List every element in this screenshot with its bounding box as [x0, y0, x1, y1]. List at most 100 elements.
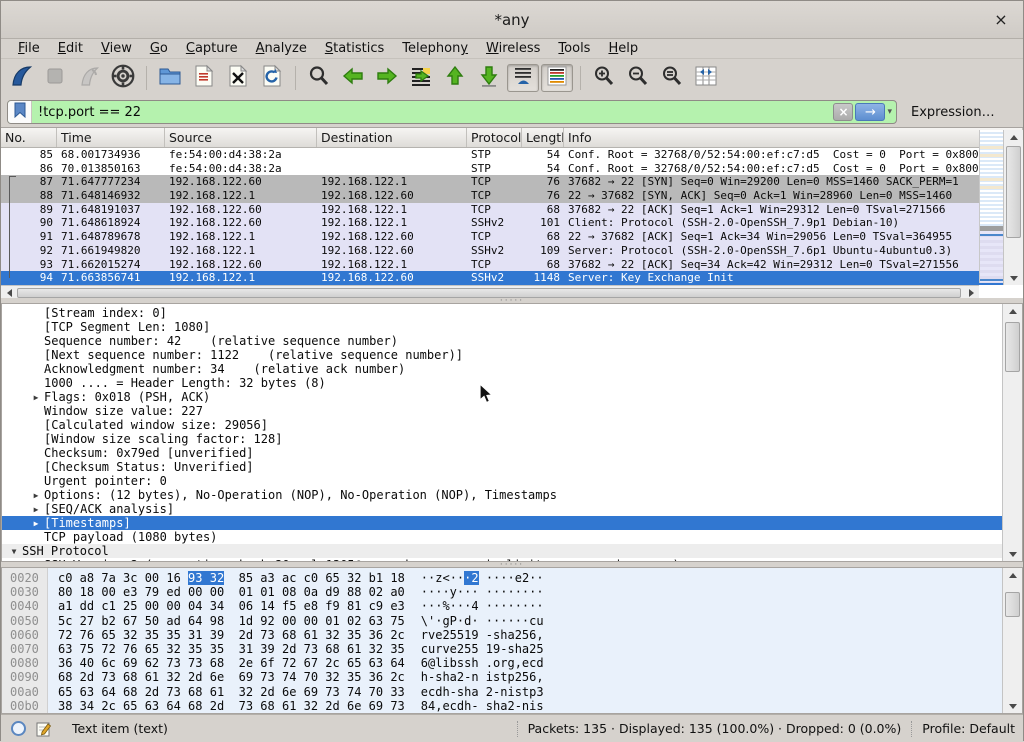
go-forward-button[interactable]	[371, 64, 403, 92]
packet-row[interactable]: 92 71.661949820 192.168.122.1 192.168.12…	[1, 244, 1004, 258]
title-bar[interactable]: *any ×	[1, 1, 1023, 39]
menu-item[interactable]: Go	[141, 40, 177, 57]
column-header-length[interactable]: Length	[522, 128, 564, 147]
hex-row[interactable]: 0090 68 2d 73 68 61 32 2d 6e 69 73 74 70…	[2, 670, 1004, 684]
hex-row[interactable]: 0060 72 76 65 32 35 35 31 39 2d 73 68 61…	[2, 628, 1004, 642]
hex-row[interactable]: 0070 63 75 72 76 65 32 35 35 31 39 2d 73…	[2, 642, 1004, 656]
menu-item[interactable]: Analyze	[247, 40, 316, 57]
column-header-destination[interactable]: Destination	[317, 128, 467, 147]
zoom-out-button[interactable]	[622, 64, 654, 92]
go-back-button[interactable]	[337, 64, 369, 92]
go-to-packet-button[interactable]	[405, 64, 437, 92]
expert-info-icon[interactable]	[11, 721, 26, 736]
zoom-in-button[interactable]	[588, 64, 620, 92]
detail-line[interactable]: Urgent pointer: 0	[2, 474, 1005, 488]
detail-line[interactable]: ▶[SEQ/ACK analysis]	[2, 502, 1005, 516]
detail-line[interactable]: [Next sequence number: 1122 (relative se…	[2, 348, 1005, 362]
detail-line[interactable]: Acknowledgment number: 34 (relative ack …	[2, 362, 1005, 376]
hex-row[interactable]: 0030 80 18 00 e3 79 ed 00 00 01 01 08 0a…	[2, 585, 1004, 599]
menu-item[interactable]: Tools	[549, 40, 599, 57]
detail-line[interactable]: [Checksum Status: Unverified]	[2, 460, 1005, 474]
zoom-reset-button[interactable]	[656, 64, 688, 92]
detail-line[interactable]: [Stream index: 0]	[2, 306, 1005, 320]
scroll-up-arrow[interactable]	[1003, 568, 1023, 582]
capture-comment-icon[interactable]	[36, 721, 52, 737]
start-capture-button[interactable]	[5, 64, 37, 92]
packet-row[interactable]: 94 71.663856741 192.168.122.1 192.168.12…	[1, 271, 1004, 285]
menu-item[interactable]: File	[9, 40, 49, 57]
filter-clear-button[interactable]: ×	[833, 103, 853, 121]
hex-row[interactable]: 00a0 65 63 64 68 2d 73 68 61 32 2d 6e 69…	[2, 685, 1004, 699]
close-file-button[interactable]	[222, 64, 254, 92]
hex-row[interactable]: 00b0 38 34 2c 65 63 64 68 2d 73 68 61 32…	[2, 699, 1004, 713]
packet-row[interactable]: 88 71.648146932 192.168.122.1 192.168.12…	[1, 189, 1004, 203]
packet-row[interactable]: 90 71.648618924 192.168.122.60 192.168.1…	[1, 216, 1004, 230]
column-header-source[interactable]: Source	[165, 128, 317, 147]
detail-line[interactable]: ▶Flags: 0x018 (PSH, ACK)	[2, 390, 1005, 404]
detail-line[interactable]: ▼SSH Protocol	[2, 544, 1005, 558]
filter-apply-button[interactable]: →	[855, 103, 885, 121]
column-header-no[interactable]: No.	[1, 128, 57, 147]
column-header-info[interactable]: Info	[564, 128, 1023, 147]
packet-row[interactable]: 93 71.662015274 192.168.122.60 192.168.1…	[1, 258, 1004, 272]
scroll-up-arrow[interactable]	[1003, 304, 1023, 318]
column-header-time[interactable]: Time	[57, 128, 165, 147]
packet-row[interactable]: 87 71.647777234 192.168.122.60 192.168.1…	[1, 175, 1004, 189]
menu-item[interactable]: Edit	[49, 40, 92, 57]
save-file-button[interactable]	[188, 64, 220, 92]
reload-file-button[interactable]	[256, 64, 288, 92]
scroll-down-arrow[interactable]	[1004, 271, 1024, 285]
scroll-thumb[interactable]	[17, 288, 961, 298]
hex-vscrollbar[interactable]	[1002, 568, 1022, 713]
packet-row[interactable]: 89 71.648191037 192.168.122.60 192.168.1…	[1, 203, 1004, 217]
details-vscrollbar[interactable]	[1002, 304, 1022, 561]
display-filter-field[interactable]: × → ▾	[7, 100, 897, 124]
menu-item[interactable]: Statistics	[316, 40, 393, 57]
hex-row[interactable]: 0050 5c 27 b2 67 50 ad 64 98 1d 92 00 00…	[2, 614, 1004, 628]
add-filter-button[interactable]: +	[1015, 103, 1024, 121]
resize-columns-button[interactable]	[690, 64, 722, 92]
detail-line[interactable]: [TCP Segment Len: 1080]	[2, 320, 1005, 334]
stop-capture-button[interactable]	[39, 64, 71, 92]
detail-line[interactable]: [Window size scaling factor: 128]	[2, 432, 1005, 446]
menu-item[interactable]: View	[92, 40, 141, 57]
detail-line[interactable]: TCP payload (1080 bytes)	[2, 530, 1005, 544]
auto-scroll-toggle[interactable]	[507, 64, 539, 92]
menu-item[interactable]: Capture	[177, 40, 247, 57]
filter-dropdown-caret[interactable]: ▾	[887, 107, 892, 117]
filter-bookmark-button[interactable]	[8, 101, 32, 123]
open-file-button[interactable]	[154, 64, 186, 92]
detail-line[interactable]: Checksum: 0x79ed [unverified]	[2, 446, 1005, 460]
packet-row[interactable]: 86 70.013850163 fe:54:00:d4:38:2a STP 54…	[1, 162, 1004, 176]
scroll-thumb[interactable]	[1006, 146, 1021, 238]
detail-line[interactable]: [Calculated window size: 29056]	[2, 418, 1005, 432]
menu-item[interactable]: Wireless	[477, 40, 549, 57]
menu-item[interactable]: Help	[599, 40, 647, 57]
expression-button[interactable]: Expression…	[903, 105, 1003, 120]
packet-list-vscrollbar[interactable]	[1003, 130, 1023, 285]
filter-input[interactable]	[32, 101, 833, 123]
find-packet-button[interactable]	[303, 64, 335, 92]
scroll-down-arrow[interactable]	[1003, 547, 1023, 561]
restart-capture-button[interactable]	[73, 64, 105, 92]
scroll-thumb[interactable]	[1005, 322, 1020, 372]
packet-row[interactable]: 91 71.648789678 192.168.122.1 192.168.12…	[1, 230, 1004, 244]
colorize-toggle[interactable]	[541, 64, 573, 92]
profile-status[interactable]: Profile: Default	[922, 721, 1015, 736]
hex-row[interactable]: 0040 a1 dd c1 25 00 00 04 34 06 14 f5 e8…	[2, 599, 1004, 613]
close-button[interactable]: ×	[991, 9, 1011, 29]
scroll-thumb[interactable]	[1005, 592, 1020, 617]
detail-line[interactable]: ▶[Timestamps]	[2, 516, 1005, 530]
capture-options-button[interactable]	[107, 64, 139, 92]
column-header-protocol[interactable]: Protocol	[467, 128, 522, 147]
go-to-top-button[interactable]	[439, 64, 471, 92]
menu-item[interactable]: Telephony	[393, 40, 477, 57]
detail-line[interactable]: 1000 .... = Header Length: 32 bytes (8)	[2, 376, 1005, 390]
detail-line[interactable]: ▶Options: (12 bytes), No-Operation (NOP)…	[2, 488, 1005, 502]
intelligent-scrollbar-minimap[interactable]	[979, 130, 1004, 283]
hex-row[interactable]: 0080 36 40 6c 69 62 73 73 68 2e 6f 72 67…	[2, 656, 1004, 670]
detail-line[interactable]: Sequence number: 42 (relative sequence n…	[2, 334, 1005, 348]
detail-line[interactable]: Window size value: 227	[2, 404, 1005, 418]
hex-row[interactable]: 0020 c0 a8 7a 3c 00 16 93 32 85 a3 ac c0…	[2, 571, 1004, 585]
packet-row[interactable]: 85 68.001734936 fe:54:00:d4:38:2a STP 54…	[1, 148, 1004, 162]
